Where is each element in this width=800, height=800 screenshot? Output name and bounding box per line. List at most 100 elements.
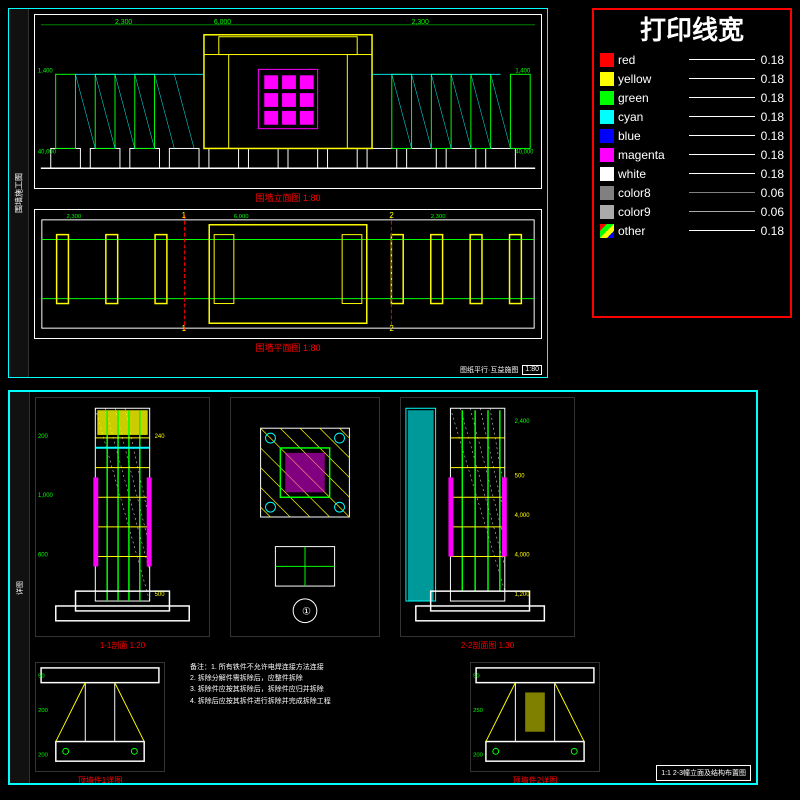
section-middle-svg: ① bbox=[231, 398, 379, 636]
cad-area-top: 2,300 6,000 2,300 1,400 40,000 1,400 40,… bbox=[29, 9, 547, 377]
section-right-svg: 2,400 500 4,000 4,000 1,200 bbox=[401, 398, 574, 636]
legend-value-cyan: 0.18 bbox=[761, 110, 784, 124]
legend-color-red bbox=[600, 53, 614, 67]
legend-line-red bbox=[689, 59, 755, 60]
legend-line-magenta bbox=[689, 154, 755, 155]
detail-right-drawing: 50 250 200 bbox=[470, 662, 600, 772]
legend-item-blue: blue 0.18 bbox=[600, 129, 784, 143]
legend-value-red: 0.18 bbox=[761, 53, 784, 67]
svg-text:2,300: 2,300 bbox=[412, 19, 429, 26]
legend-name-other: other bbox=[618, 224, 683, 238]
legend-line-other bbox=[689, 230, 755, 231]
legend-line-green bbox=[689, 97, 755, 98]
note-line-4: 4. 拆除后应按其拆件进行拆除并完成拆除工程 bbox=[190, 696, 331, 707]
legend-item-white: white 0.18 bbox=[600, 167, 784, 181]
svg-text:1: 1 bbox=[182, 324, 186, 333]
legend-name-cyan: cyan bbox=[618, 110, 683, 124]
legend-item-other: other 0.18 bbox=[600, 224, 784, 238]
svg-text:6,000: 6,000 bbox=[234, 214, 249, 220]
legend-item-magenta: magenta 0.18 bbox=[600, 148, 784, 162]
legend-name-color8: color8 bbox=[618, 186, 683, 200]
svg-text:40,000: 40,000 bbox=[38, 149, 57, 155]
legend-color-yellow bbox=[600, 72, 614, 86]
panel-title-bar: 围墙施工图 bbox=[9, 9, 29, 377]
svg-text:200: 200 bbox=[473, 752, 484, 758]
svg-text:250: 250 bbox=[473, 708, 484, 714]
legend-name-blue: blue bbox=[618, 129, 683, 143]
legend-name-magenta: magenta bbox=[618, 148, 683, 162]
svg-text:4,000: 4,000 bbox=[515, 553, 531, 559]
svg-text:1,000: 1,000 bbox=[38, 493, 54, 499]
legend-color-other bbox=[600, 224, 614, 238]
cad-content-bottom: 200 1,000 600 240 500 1-1剖面 1:20 bbox=[30, 392, 756, 783]
bottom-title-bar: 详图 bbox=[10, 392, 30, 783]
elevation-drawing: 2,300 6,000 2,300 1,400 40,000 1,400 40,… bbox=[34, 14, 542, 189]
bottom-title-text: 详图 bbox=[15, 581, 25, 595]
legend-value-blue: 0.18 bbox=[761, 129, 784, 143]
legend-value-white: 0.18 bbox=[761, 167, 784, 181]
legend-value-yellow: 0.18 bbox=[761, 72, 784, 86]
legend-line-color8 bbox=[689, 192, 755, 193]
section-right-label: 2-2剖面图 1:30 bbox=[400, 640, 575, 651]
legend-title: 打印线宽 bbox=[600, 16, 784, 45]
legend-name-yellow: yellow bbox=[618, 72, 683, 86]
svg-text:500: 500 bbox=[155, 592, 166, 598]
section-right-drawing: 2,400 500 4,000 4,000 1,200 bbox=[400, 397, 575, 637]
svg-text:2,300: 2,300 bbox=[66, 214, 81, 220]
legend-color-cyan bbox=[600, 110, 614, 124]
legend-value-color9: 0.06 bbox=[761, 205, 784, 219]
legend-panel: 打印线宽 red 0.18 yellow 0.18 green 0.18 cya… bbox=[592, 8, 792, 318]
panel-title-text: 围墙施工图 bbox=[13, 173, 24, 213]
legend-line-yellow bbox=[689, 78, 755, 79]
svg-text:1: 1 bbox=[182, 211, 186, 220]
plan-drawing: 1 2 1 2 2,300 6,000 2,300 围墙平面图 1:80 bbox=[34, 209, 542, 339]
legend-color-green bbox=[600, 91, 614, 105]
legend-color-white bbox=[600, 167, 614, 181]
title-block: 1:1 2-3幢立面及结构布置图 bbox=[656, 765, 751, 781]
plan-label: 围墙平面图 1:80 bbox=[255, 341, 320, 354]
section-middle-drawing: ① bbox=[230, 397, 380, 637]
svg-text:1,400: 1,400 bbox=[515, 68, 531, 74]
note-line-2: 2. 拆除分解件需拆除后，应整件拆除 bbox=[190, 673, 331, 684]
svg-text:50: 50 bbox=[473, 674, 480, 680]
svg-text:2: 2 bbox=[389, 211, 393, 220]
legend-name-color9: color9 bbox=[618, 205, 683, 219]
legend-item-green: green 0.18 bbox=[600, 91, 784, 105]
legend-color-blue bbox=[600, 129, 614, 143]
svg-text:2,300: 2,300 bbox=[431, 214, 446, 220]
legend-line-cyan bbox=[689, 116, 755, 117]
legend-item-red: red 0.18 bbox=[600, 53, 784, 67]
legend-color-magenta bbox=[600, 148, 614, 162]
elevation-svg: 2,300 6,000 2,300 1,400 40,000 1,400 40,… bbox=[35, 15, 541, 188]
legend-name-red: red bbox=[618, 53, 683, 67]
note-line-1: 备注：1. 所有铁件不允许电焊连接方法连接 bbox=[190, 662, 331, 673]
detail-left-label: 顶墙件1详图 bbox=[35, 775, 165, 785]
svg-text:200: 200 bbox=[38, 434, 49, 440]
legend-value-magenta: 0.18 bbox=[761, 148, 784, 162]
legend-value-color8: 0.06 bbox=[761, 186, 784, 200]
svg-text:50: 50 bbox=[38, 674, 45, 680]
legend-line-color9 bbox=[689, 211, 755, 212]
main-container: 围墙施工图 bbox=[0, 0, 800, 800]
footer-text: 图纸平行·互益施图 bbox=[460, 365, 518, 375]
svg-text:600: 600 bbox=[38, 553, 49, 559]
note-text: 备注：1. 所有铁件不允许电焊连接方法连接 2. 拆除分解件需拆除后，应整件拆除… bbox=[190, 662, 331, 707]
bottom-drawing-panel: 详图 bbox=[8, 390, 758, 785]
legend-item-color9: color9 0.06 bbox=[600, 205, 784, 219]
detail-left-drawing: 50 200 200 bbox=[35, 662, 165, 772]
notes-area: 备注：1. 所有铁件不允许电焊连接方法连接 2. 拆除分解件需拆除后，应整件拆除… bbox=[190, 662, 450, 762]
svg-text:200: 200 bbox=[38, 752, 49, 758]
svg-text:4,000: 4,000 bbox=[515, 513, 531, 519]
elevation-label: 围墙立面图 1:80 bbox=[255, 191, 320, 204]
detail-right-label: 顶墙件2详图 bbox=[470, 775, 600, 785]
detail-left-svg: 50 200 200 bbox=[36, 663, 164, 771]
section-left-label: 1-1剖面 1:20 bbox=[35, 640, 210, 651]
section-left-drawing: 200 1,000 600 240 500 bbox=[35, 397, 210, 637]
section-left-svg: 200 1,000 600 240 500 bbox=[36, 398, 209, 636]
plan-svg: 1 2 1 2 2,300 6,000 2,300 bbox=[35, 210, 541, 338]
legend-item-color8: color8 0.06 bbox=[600, 186, 784, 200]
legend-name-white: white bbox=[618, 167, 683, 181]
legend-line-blue bbox=[689, 135, 755, 136]
legend-color-color9 bbox=[600, 205, 614, 219]
legend-item-cyan: cyan 0.18 bbox=[600, 110, 784, 124]
